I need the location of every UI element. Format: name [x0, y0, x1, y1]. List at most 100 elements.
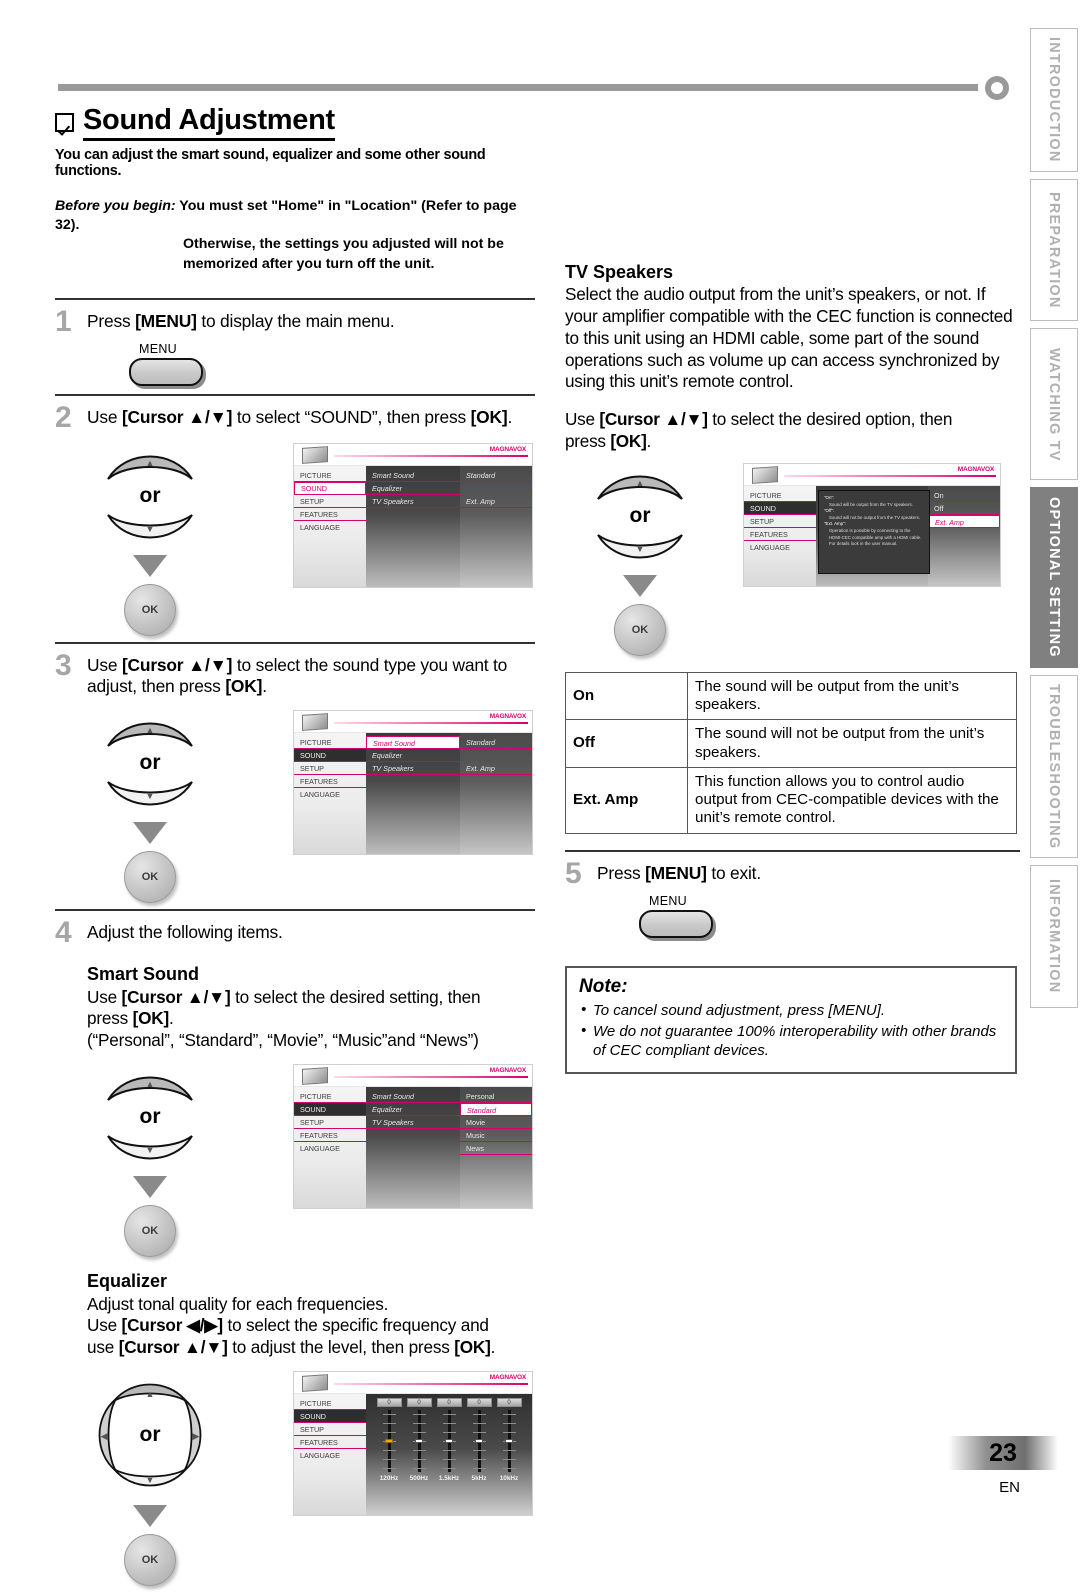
osd-option-off[interactable]: Off: [928, 502, 1000, 515]
cursor-dpad[interactable]: ▲ ▼ ◀ ▶ or: [86, 1371, 214, 1499]
eq-freq-label: 500Hz: [409, 1474, 429, 1482]
eq-cursor-ud: [Cursor ▲/▼]: [118, 1337, 228, 1358]
osd-item-picture[interactable]: PICTURE: [744, 489, 816, 502]
step-text-key: [MENU]: [645, 862, 707, 883]
cursor-up-button[interactable]: ▲: [592, 463, 688, 503]
eq-value: 0: [376, 1397, 402, 1407]
osd-item-language[interactable]: LANGUAGE: [294, 1449, 366, 1462]
eq-track[interactable]: [382, 1409, 396, 1472]
osd-header: MAGNAVOX: [294, 1371, 532, 1394]
eq-knob[interactable]: [475, 1438, 483, 1443]
osd-item-equalizer[interactable]: Equalizer: [366, 1103, 460, 1116]
eq-track[interactable]: [412, 1409, 426, 1472]
cursor-down-button[interactable]: ▼: [592, 529, 688, 569]
osd-option-standard[interactable]: Standard: [460, 1102, 532, 1116]
menu-button[interactable]: [129, 358, 203, 387]
osd-item-setup[interactable]: SETUP: [294, 1116, 366, 1129]
eq-knob[interactable]: [415, 1438, 423, 1443]
osd-item-sound[interactable]: SOUND: [294, 749, 366, 763]
ok-button[interactable]: OK: [124, 1204, 176, 1257]
osd-item-sound[interactable]: SOUND: [294, 1102, 366, 1116]
osd-item-sound[interactable]: SOUND: [294, 481, 366, 495]
flow-arrow-icon: [133, 554, 167, 577]
osd-smart-sound-options: Personal Standard Movie Music News: [460, 1086, 532, 1208]
tab-label: INFORMATION: [1046, 879, 1062, 994]
osd-item-features[interactable]: FEATURES: [294, 775, 366, 789]
ok-button[interactable]: OK: [124, 851, 176, 904]
section-tab-strip: INTRODUCTION PREPARATION WATCHING TV OPT…: [1030, 28, 1078, 1009]
tab-introduction[interactable]: INTRODUCTION: [1030, 28, 1078, 172]
cursor-up-button[interactable]: ▲: [102, 1064, 198, 1104]
osd-item-tv-speakers[interactable]: TV Speakers: [366, 1116, 460, 1129]
eq-knob[interactable]: [445, 1438, 453, 1443]
osd-item-smart-sound[interactable]: Smart Sound: [366, 1090, 460, 1103]
menu-button[interactable]: [639, 910, 713, 939]
osd-item-setup[interactable]: SETUP: [294, 762, 366, 776]
option-desc: This function allows you to control audi…: [687, 766, 1017, 834]
osd-main-column: PICTURE SOUND SETUP FEATURES LANGUAGE: [294, 733, 366, 855]
osd-option-music[interactable]: Music: [460, 1129, 532, 1142]
eq-track[interactable]: [442, 1409, 456, 1472]
tv-speakers-heading: TV Speakers: [565, 262, 674, 282]
equalizer-band[interactable]: 0: [494, 1397, 524, 1472]
osd-item-sound[interactable]: SOUND: [744, 501, 816, 515]
equalizer-band[interactable]: 0: [464, 1397, 494, 1472]
manual-page: INTRODUCTION PREPARATION WATCHING TV OPT…: [0, 0, 1080, 1586]
ok-button[interactable]: OK: [124, 1533, 176, 1586]
cursor-down-button[interactable]: ▼: [102, 1130, 198, 1170]
equalizer-band[interactable]: 0: [404, 1397, 434, 1472]
osd-option-on[interactable]: On: [928, 489, 1000, 502]
eq-value: 0: [406, 1397, 432, 1407]
cursor-up-button[interactable]: ▲: [102, 710, 198, 750]
osd-item-tv-speakers[interactable]: TV Speakers: [366, 762, 460, 776]
tip-ext-key: "Ext. Amp":: [824, 521, 846, 527]
eq-knob-selected[interactable]: [385, 1438, 393, 1443]
osd-item-features[interactable]: FEATURES: [744, 528, 816, 541]
cursor-up-button[interactable]: ▲: [102, 443, 198, 483]
equalizer-band[interactable]: 0: [434, 1397, 464, 1472]
step-number: 1: [55, 304, 72, 338]
eq-track[interactable]: [472, 1409, 486, 1472]
tab-watching-tv[interactable]: WATCHING TV: [1030, 328, 1078, 481]
osd-value-tv-speakers: Ext. Amp: [460, 495, 532, 508]
osd-item-features[interactable]: FEATURES: [294, 1129, 366, 1142]
osd-item-setup[interactable]: SETUP: [294, 1423, 366, 1436]
osd-item-equalizer[interactable]: Equalizer: [366, 749, 460, 763]
osd-item-picture[interactable]: PICTURE: [294, 1090, 366, 1103]
osd-item-features[interactable]: FEATURES: [294, 1436, 366, 1449]
tab-information[interactable]: INFORMATION: [1030, 865, 1078, 1009]
osd-item-language[interactable]: LANGUAGE: [294, 788, 366, 801]
cursor-down-button[interactable]: ▼: [102, 776, 198, 816]
osd-header: MAGNAVOX: [294, 711, 532, 734]
osd-item-setup[interactable]: SETUP: [744, 515, 816, 528]
eq-track[interactable]: [502, 1409, 516, 1472]
osd-option-ext-amp[interactable]: Ext. Amp: [928, 514, 1000, 528]
osd-item-picture[interactable]: PICTURE: [294, 736, 366, 750]
osd-item-sound[interactable]: SOUND: [294, 1409, 366, 1423]
osd-item-equalizer[interactable]: Equalizer: [366, 482, 460, 495]
cursor-down-button[interactable]: ▼: [102, 509, 198, 549]
osd-item-tv-speakers[interactable]: TV Speakers: [366, 495, 460, 508]
tab-optional-setting[interactable]: OPTIONAL SETTING: [1030, 487, 1078, 668]
osd-item-setup[interactable]: SETUP: [294, 495, 366, 508]
osd-item-picture[interactable]: PICTURE: [294, 1397, 366, 1410]
osd-item-features[interactable]: FEATURES: [294, 508, 366, 521]
osd-option-personal[interactable]: Personal: [460, 1090, 532, 1103]
osd-header-bar: [334, 722, 528, 725]
osd-item-smart-sound[interactable]: Smart Sound: [366, 736, 460, 750]
osd-option-news[interactable]: News: [460, 1142, 532, 1155]
osd-item-picture[interactable]: PICTURE: [294, 469, 366, 482]
osd-value-smart-sound: Standard: [460, 736, 532, 750]
before-you-begin-label: Before you begin:: [55, 198, 176, 214]
ok-button[interactable]: OK: [614, 603, 666, 656]
tab-troubleshooting[interactable]: TROUBLESHOOTING: [1030, 674, 1078, 859]
eq-knob[interactable]: [505, 1438, 513, 1443]
osd-option-movie[interactable]: Movie: [460, 1116, 532, 1129]
equalizer-band[interactable]: 0: [374, 1397, 404, 1472]
tab-preparation[interactable]: PREPARATION: [1030, 178, 1078, 322]
ok-button[interactable]: OK: [124, 583, 176, 636]
osd-item-language[interactable]: LANGUAGE: [744, 541, 816, 554]
osd-item-language[interactable]: LANGUAGE: [294, 521, 366, 534]
osd-item-smart-sound[interactable]: Smart Sound: [366, 469, 460, 482]
osd-item-language[interactable]: LANGUAGE: [294, 1142, 366, 1155]
